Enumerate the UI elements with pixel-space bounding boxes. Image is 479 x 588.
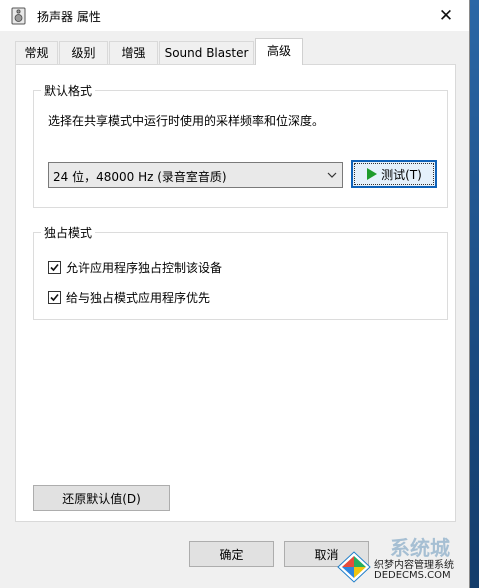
ok-button[interactable]: 确定 xyxy=(189,541,274,567)
tab-label: Sound Blaster xyxy=(164,46,249,60)
chevron-down-icon xyxy=(327,172,337,178)
test-button[interactable]: 测试(T) xyxy=(351,160,437,188)
watermark-line1: 织梦内容管理系统 xyxy=(374,560,454,571)
allow-exclusive-control-option[interactable]: 允许应用程序独占控制该设备 xyxy=(48,259,222,276)
selected-format-value: 24 位，48000 Hz (录音室音质) xyxy=(53,170,227,184)
window-title: 扬声器 属性 xyxy=(37,10,101,24)
windows-logo-icon xyxy=(337,551,371,583)
tab-general[interactable]: 常规 xyxy=(15,41,58,64)
tab-levels[interactable]: 级别 xyxy=(59,41,108,64)
restore-defaults-button[interactable]: 还原默认值(D) xyxy=(33,485,170,511)
sample-format-dropdown[interactable]: 24 位，48000 Hz (录音室音质) xyxy=(48,162,343,188)
watermark-line2: DEDECMS.COM xyxy=(374,570,451,581)
default-format-description: 选择在共享模式中运行时使用的采样频率和位深度。 xyxy=(48,114,325,128)
checkmark-icon xyxy=(50,293,59,302)
close-button[interactable]: ✕ xyxy=(423,0,469,31)
exclusive-mode-label: 独占模式 xyxy=(41,224,96,241)
tab-enhancements[interactable]: 增强 xyxy=(109,41,158,64)
exclusive-priority-label: 给与独占模式应用程序优先 xyxy=(66,291,211,305)
tab-label: 级别 xyxy=(71,46,96,60)
ok-label: 确定 xyxy=(219,547,244,562)
tab-sound-blaster[interactable]: Sound Blaster xyxy=(159,41,254,64)
tab-label: 高级 xyxy=(266,44,291,58)
exclusive-priority-checkbox[interactable] xyxy=(48,291,61,304)
allow-exclusive-label: 允许应用程序独占控制该设备 xyxy=(66,261,223,275)
speaker-icon xyxy=(11,7,26,25)
test-button-focus: 测试(T) xyxy=(354,163,434,185)
tab-advanced[interactable]: 高级 xyxy=(255,38,303,65)
allow-exclusive-checkbox[interactable] xyxy=(48,261,61,274)
tab-label: 常规 xyxy=(24,46,49,60)
play-icon xyxy=(367,168,378,180)
site-watermark: 系统城 织梦内容管理系统 DEDECMS.COM xyxy=(330,524,470,588)
exclusive-mode-group: 独占模式 允许应用程序独占控制该设备 给与独占模式应用程序优先 xyxy=(33,224,448,320)
test-button-label: 测试(T) xyxy=(381,167,422,182)
default-format-group: 默认格式 选择在共享模式中运行时使用的采样频率和位深度。 24 位，48000 … xyxy=(33,82,448,208)
default-format-label: 默认格式 xyxy=(41,82,96,99)
tab-panel-advanced: 默认格式 选择在共享模式中运行时使用的采样频率和位深度。 24 位，48000 … xyxy=(15,64,456,522)
checkmark-icon xyxy=(50,263,59,272)
tab-label: 增强 xyxy=(121,46,146,60)
close-icon: ✕ xyxy=(438,5,454,26)
restore-defaults-label: 还原默认值(D) xyxy=(62,491,141,506)
desktop-background xyxy=(470,0,479,588)
speaker-properties-dialog: 扬声器 属性 ✕ 常规 级别 增强 Sound Blaster 高级 默认格式 … xyxy=(0,0,470,588)
title-bar: 扬声器 属性 ✕ xyxy=(0,0,469,31)
exclusive-priority-option[interactable]: 给与独占模式应用程序优先 xyxy=(48,289,210,306)
